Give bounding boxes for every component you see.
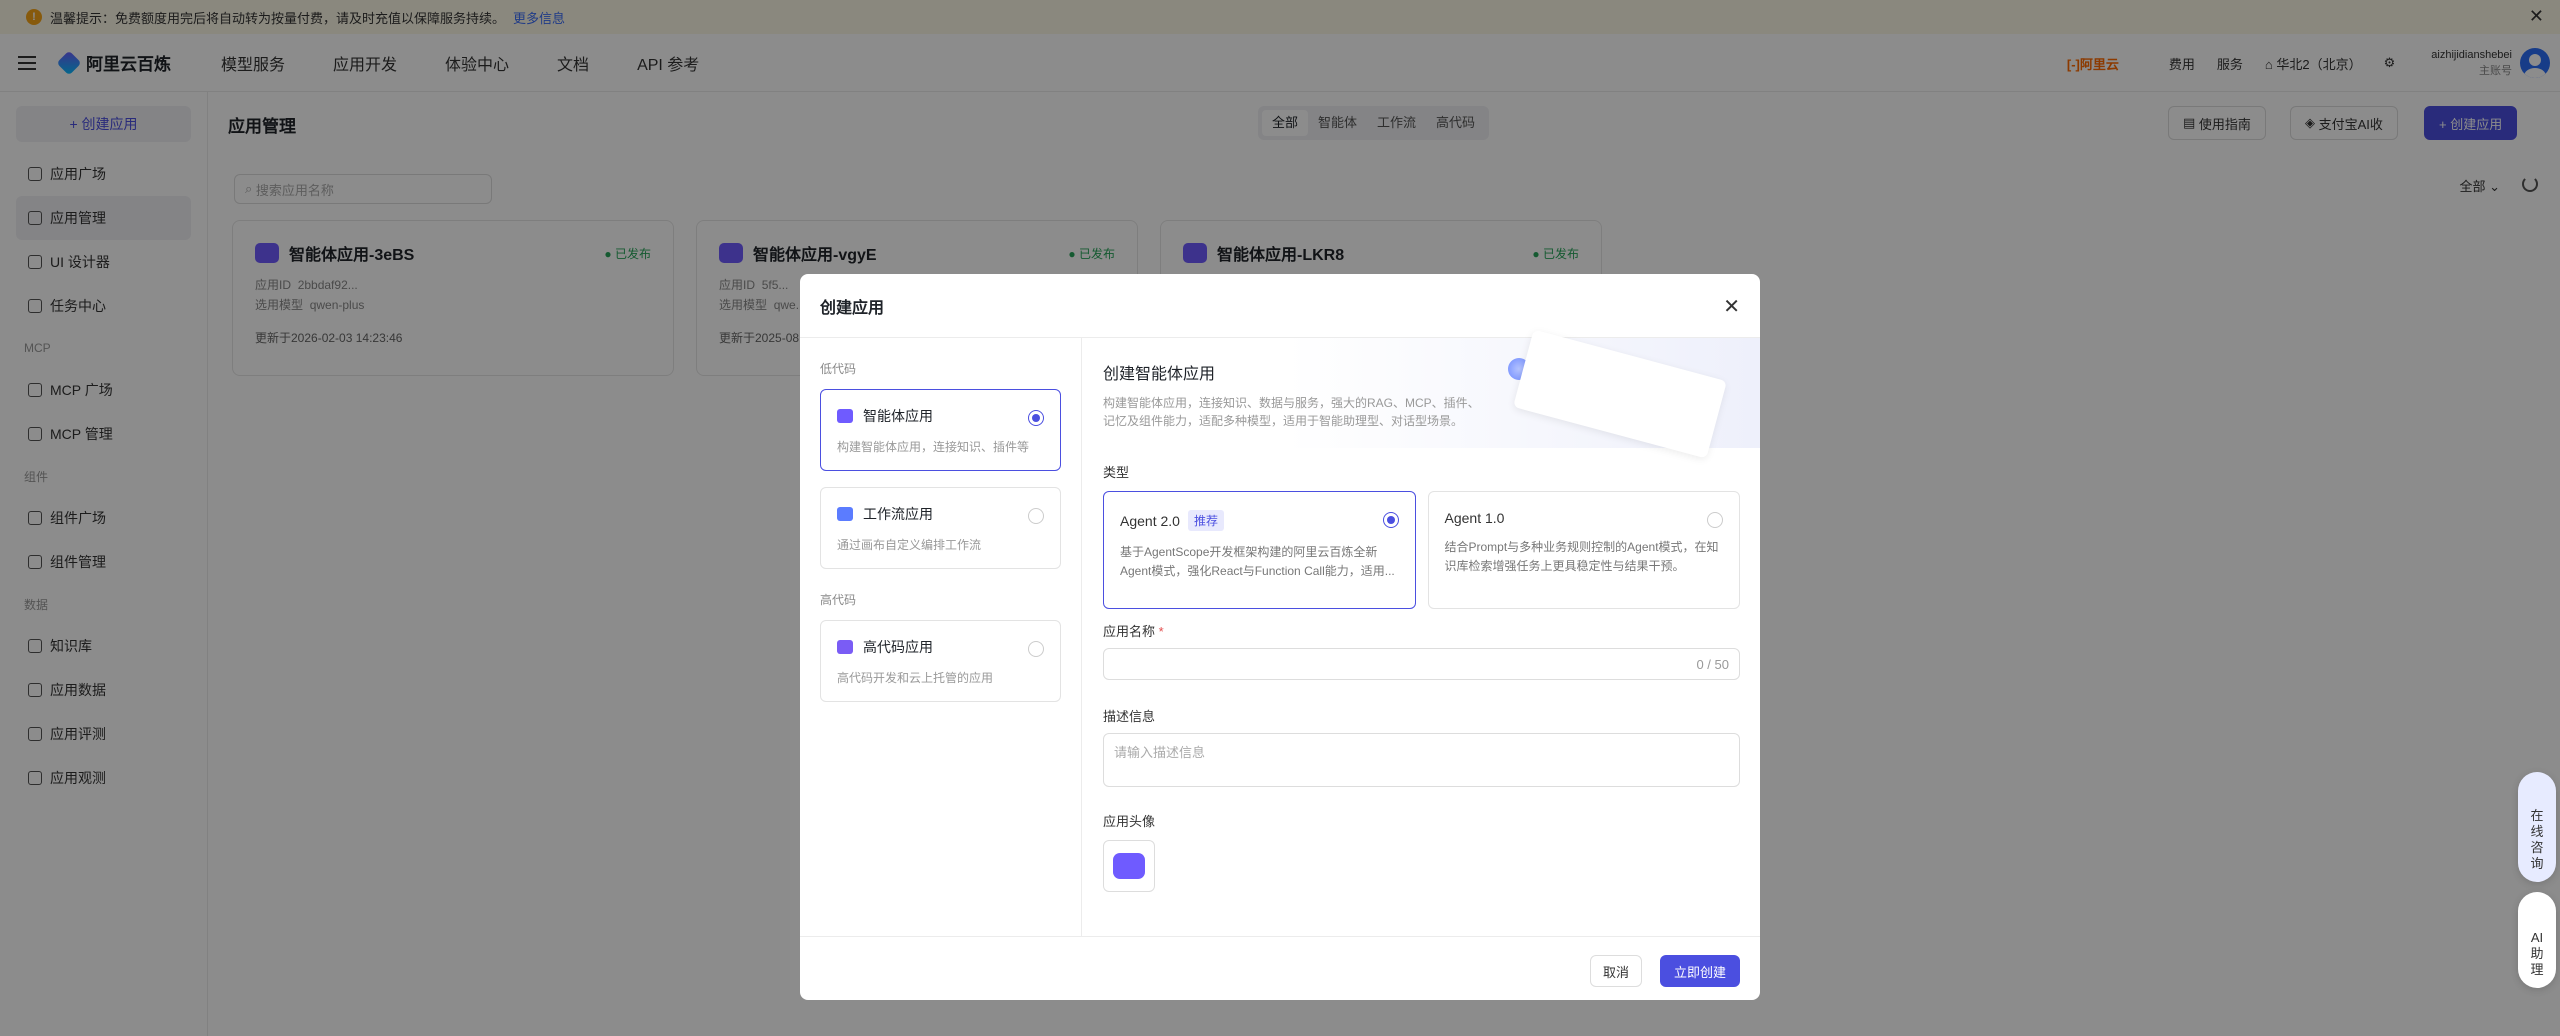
option-workflow-app[interactable]: 工作流应用 通过画布自定义编排工作流: [820, 487, 1061, 569]
option-agent-app[interactable]: 智能体应用 构建智能体应用，连接知识、插件等: [820, 389, 1061, 471]
radio-selected[interactable]: [1382, 512, 1399, 528]
cancel-button[interactable]: 取消: [1590, 955, 1642, 987]
required-mark: *: [1158, 624, 1164, 639]
name-label: 应用名称 *: [1103, 621, 1740, 640]
option-high-code-app[interactable]: 高代码应用 高代码开发和云上托管的应用: [820, 620, 1061, 702]
name-label-text: 应用名称: [1103, 624, 1156, 639]
desc-label: 描述信息: [1103, 709, 1156, 724]
option-desc: 高代码开发和云上托管的应用: [837, 671, 994, 685]
hero-banner: 创建智能体应用 构建智能体应用，连接知识、数据与服务，强大的RAG、MCP、插件…: [1083, 329, 1760, 459]
robot-icon: [1113, 853, 1145, 879]
avatar-label: 应用头像: [1103, 814, 1156, 829]
group-low-code: 低代码: [820, 362, 857, 376]
type-label: 类型: [1103, 465, 1130, 480]
ai-assistant-button[interactable]: AI助理: [2518, 892, 2556, 988]
option-desc: 通过画布自定义编排工作流: [837, 538, 982, 552]
type-desc: 基于AgentScope开发框架构建的阿里云百炼全新Agent模式，强化Reac…: [1120, 545, 1395, 578]
dialog-title: 创建应用: [800, 274, 1760, 338]
type-desc: 结合Prompt与多种业务规则控制的Agent模式，在知识库检索增强任务上更具稳…: [1444, 540, 1719, 573]
type-agent-2[interactable]: Agent 2.0 推荐 基于AgentScope开发框架构建的阿里云百炼全新Ag…: [1103, 491, 1416, 609]
group-high-code: 高代码: [820, 593, 857, 607]
type-title: Agent 2.0: [1120, 512, 1180, 529]
radio-selected[interactable]: [1028, 410, 1044, 426]
radio[interactable]: [1707, 512, 1723, 528]
hero-desc: 构建智能体应用，连接知识、数据与服务，强大的RAG、MCP、插件、记忆及组件能力…: [1103, 396, 1480, 428]
workflow-icon: [837, 507, 853, 521]
create-now-button[interactable]: 立即创建: [1660, 955, 1740, 987]
close-icon[interactable]: ✕: [1723, 294, 1740, 319]
create-app-dialog: 创建应用 ✕ 低代码 智能体应用 构建智能体应用，连接知识、插件等 工作流应用 …: [800, 274, 1760, 1000]
decor-illustration: [1513, 329, 1727, 459]
code-icon: [837, 640, 853, 654]
online-consult-button[interactable]: 在线咨询: [2518, 772, 2556, 882]
type-title: Agent 1.0: [1444, 510, 1505, 526]
option-desc: 构建智能体应用，连接知识、插件等: [837, 440, 1030, 454]
radio[interactable]: [1028, 508, 1044, 524]
option-title: 工作流应用: [863, 506, 933, 522]
app-name-input[interactable]: 0 / 50: [1103, 648, 1740, 680]
app-category-panel: 低代码 智能体应用 构建智能体应用，连接知识、插件等 工作流应用 通过画布自定义…: [800, 338, 1082, 936]
ai-label: AI助理: [2530, 930, 2544, 977]
type-agent-1[interactable]: Agent 1.0 结合Prompt与多种业务规则控制的Agent模式，在知识库…: [1427, 491, 1740, 609]
app-avatar-picker[interactable]: [1103, 840, 1155, 892]
radio[interactable]: [1028, 641, 1044, 657]
consult-label: 在线咨询: [2530, 808, 2544, 871]
agent-config-panel: 创建智能体应用 构建智能体应用，连接知识、数据与服务，强大的RAG、MCP、插件…: [1083, 329, 1760, 936]
robot-icon: [837, 409, 853, 423]
description-textarea[interactable]: 请输入描述信息: [1103, 733, 1740, 787]
char-count: 0 / 50: [1696, 657, 1729, 672]
dialog-footer: 取消 立即创建: [800, 936, 1760, 1000]
option-title: 高代码应用: [863, 639, 933, 655]
option-title: 智能体应用: [863, 408, 933, 424]
recommend-badge: 推荐: [1187, 510, 1224, 531]
